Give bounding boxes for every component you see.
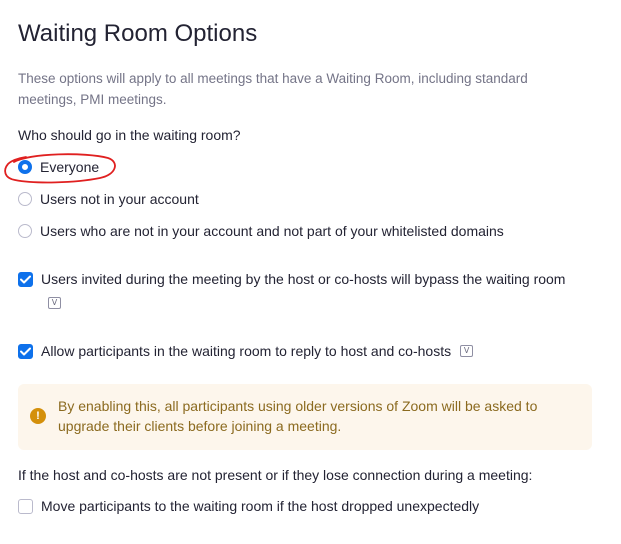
checkbox-option-move-participants[interactable]: Move participants to the waiting room if…: [18, 498, 479, 514]
radio-label-everyone: Everyone: [40, 159, 100, 175]
radio-label-whitelisted-domains: Users who are not in your account and no…: [40, 223, 504, 239]
checkbox-checked-icon[interactable]: [18, 343, 33, 359]
radio-option-everyone[interactable]: Everyone: [18, 159, 99, 175]
warning-notice: ! By enabling this, all participants usi…: [18, 384, 592, 450]
warning-icon: !: [30, 408, 46, 424]
host-disconnect-question: If the host and co-hosts are not present…: [18, 467, 533, 483]
checkbox-label-reply: Allow participants in the waiting room t…: [41, 343, 452, 359]
radio-label-users-not-in-account: Users not in your account: [40, 191, 199, 207]
page-title: Waiting Room Options: [18, 20, 258, 47]
checkbox-option-bypass[interactable]: Users invited during the meeting by the …: [18, 271, 565, 287]
checkbox-label-bypass: Users invited during the meeting by the …: [41, 271, 566, 287]
version-badge-icon[interactable]: V: [460, 345, 474, 357]
version-badge-icon[interactable]: V: [48, 297, 61, 309]
checkbox-option-reply[interactable]: Allow participants in the waiting room t…: [18, 343, 474, 359]
radio-unselected-icon[interactable]: [18, 224, 32, 238]
radio-option-users-not-in-account[interactable]: Users not in your account: [18, 191, 199, 207]
page-description: These options will apply to all meetings…: [18, 71, 528, 107]
checkmark-icon: [20, 275, 31, 283]
warning-text: By enabling this, all participants using…: [58, 398, 538, 434]
checkbox-label-move-participants: Move participants to the waiting room if…: [41, 498, 480, 514]
checkbox-checked-icon[interactable]: [18, 271, 33, 287]
radio-unselected-icon[interactable]: [18, 192, 32, 206]
checkbox-unchecked-icon[interactable]: [18, 498, 33, 514]
radio-option-whitelisted-domains[interactable]: Users who are not in your account and no…: [18, 223, 504, 239]
waiting-room-question: Who should go in the waiting room?: [18, 127, 241, 143]
radio-selected-icon[interactable]: [18, 160, 32, 174]
checkmark-icon: [20, 347, 31, 355]
